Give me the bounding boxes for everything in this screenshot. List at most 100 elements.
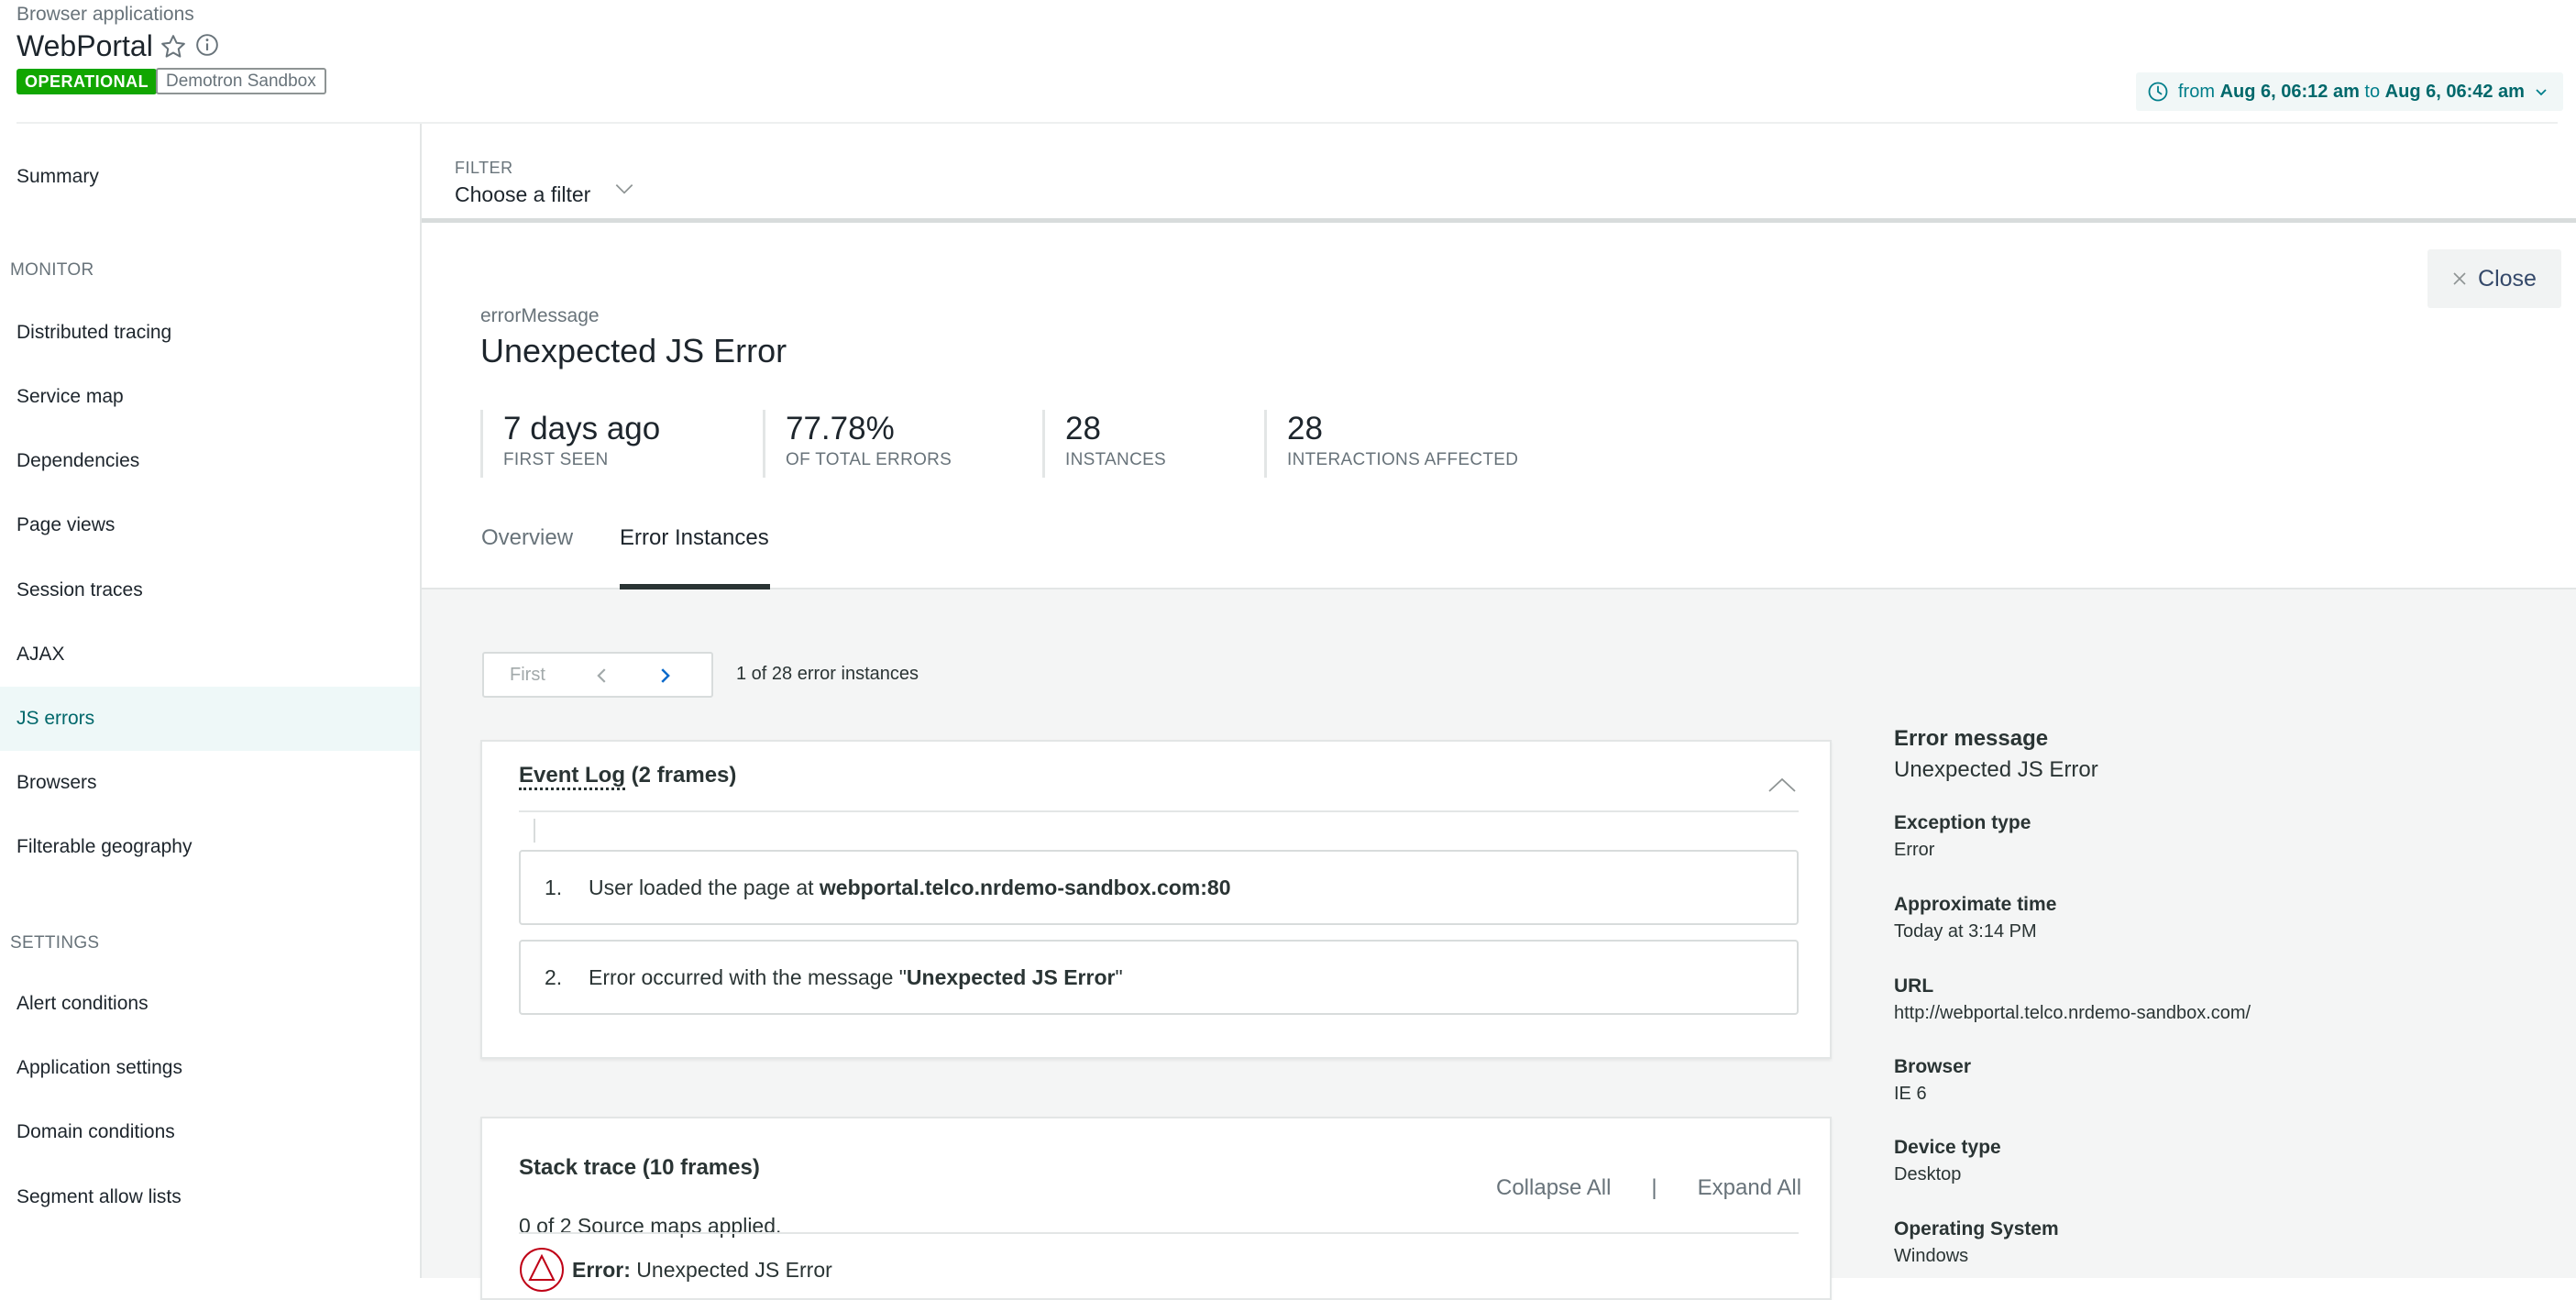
stat-label: INSTANCES <box>1065 450 1167 469</box>
clock-icon <box>2148 82 2168 102</box>
info-icon[interactable] <box>195 33 219 57</box>
meta-device-type: Device type Desktop <box>1894 1137 2001 1185</box>
stat-instances: 28 INSTANCES <box>1042 410 1166 478</box>
meta-exception-type: Exception type Error <box>1894 812 2031 861</box>
sidebar-section-settings: SETTINGS <box>10 933 100 953</box>
chevron-right-icon[interactable] <box>655 666 675 686</box>
sidebar-item-filterable-geography[interactable]: Filterable geography <box>0 815 420 879</box>
sidebar-item-summary[interactable]: Summary <box>0 145 420 209</box>
stat-value: 77.78% <box>786 411 895 446</box>
error-detail-panel: Close errorMessage Unexpected JS Error 7… <box>422 227 2576 1300</box>
meta-key: Operating System <box>1894 1218 2059 1239</box>
app-title: WebPortal <box>17 29 153 62</box>
meta-key: Error message <box>1894 726 2049 751</box>
meta-operating-system: Operating System Windows <box>1894 1218 2059 1267</box>
card-divider <box>519 1232 1799 1234</box>
account-badge: Demotron Sandbox <box>156 68 326 94</box>
meta-key: URL <box>1894 975 1934 997</box>
stat-value: 28 <box>1287 411 1323 446</box>
stat-label: OF TOTAL ERRORS <box>786 450 952 469</box>
sidebar-item-dependencies[interactable]: Dependencies <box>0 429 420 493</box>
time-from-word: from <box>2178 82 2215 102</box>
warning-icon <box>520 1248 564 1292</box>
sidebar-item-browsers[interactable]: Browsers <box>0 751 420 815</box>
sidebar-item-session-traces[interactable]: Session traces <box>0 558 420 622</box>
meta-value: Error <box>1894 840 1935 860</box>
sidebar-item-segment-allow-lists[interactable]: Segment allow lists <box>0 1165 420 1229</box>
sidebar-section-monitor: MONITOR <box>10 260 94 280</box>
stat-value: 28 <box>1065 411 1101 446</box>
meta-browser: Browser IE 6 <box>1894 1056 1971 1105</box>
time-from: Aug 6, 06:12 am <box>2219 82 2360 102</box>
filter-label: FILTER <box>455 159 513 177</box>
list-item: 1. User loaded the page at webportal.tel… <box>519 850 1799 925</box>
breadcrumb[interactable]: Browser applications <box>17 4 194 26</box>
collapse-all-link[interactable]: Collapse All <box>1496 1175 1611 1201</box>
event-number: 2. <box>545 964 563 989</box>
sidebar-item-application-settings[interactable]: Application settings <box>0 1036 420 1100</box>
chevron-down-icon[interactable] <box>612 177 636 201</box>
meta-value: Unexpected JS Error <box>1894 757 2098 782</box>
time-range-text: from Aug 6, 06:12 am to Aug 6, 06:42 am <box>2178 72 2525 111</box>
stat-total-errors: 77.78% OF TOTAL ERRORS <box>763 410 952 478</box>
sidebar-item-ajax[interactable]: AJAX <box>0 622 420 687</box>
sidebar-item-domain-conditions[interactable]: Domain conditions <box>0 1100 420 1164</box>
meta-key: Browser <box>1894 1056 1972 1077</box>
close-label: Close <box>2478 265 2537 292</box>
page-header: Browser applications WebPortal OPERATION… <box>0 0 2576 124</box>
meta-approximate-time: Approximate time Today at 3:14 PM <box>1894 894 2056 942</box>
sidebar-item-alert-conditions[interactable]: Alert conditions <box>0 972 420 1036</box>
sidebar: Summary MONITOR Distributed tracing Serv… <box>0 124 422 1278</box>
stat-interactions-affected: 28 INTERACTIONS AFFECTED <box>1264 410 1518 478</box>
sidebar-item-page-views[interactable]: Page views <box>0 493 420 557</box>
stack-error-line[interactable]: Error: Unexpected JS Error <box>519 1247 832 1293</box>
stack-trace-card: Stack trace (10 frames) Collapse All | E… <box>480 1117 1832 1300</box>
pager-first-button[interactable]: First <box>510 665 545 686</box>
timeline-tick <box>534 819 535 843</box>
chevron-left-icon[interactable] <box>592 666 612 686</box>
separator: | <box>1651 1175 1657 1200</box>
stat-label: INTERACTIONS AFFECTED <box>1287 450 1519 469</box>
error-attribute-key: errorMessage <box>480 305 600 326</box>
time-range-picker[interactable]: from Aug 6, 06:12 am to Aug 6, 06:42 am <box>2136 72 2563 111</box>
status-badge: OPERATIONAL <box>17 69 158 94</box>
stack-trace-controls: Collapse All | Expand All <box>1496 1175 1801 1201</box>
meta-value: Windows <box>1894 1246 1969 1266</box>
time-to: Aug 6, 06:42 am <box>2384 82 2525 102</box>
time-to-word: to <box>2364 82 2381 102</box>
meta-error-message: Error message Unexpected JS Error <box>1894 726 2098 783</box>
error-summary: Close errorMessage Unexpected JS Error 7… <box>422 227 2576 589</box>
card-divider <box>519 810 1799 812</box>
instance-pager: First <box>482 652 713 698</box>
expand-all-link[interactable]: Expand All <box>1698 1175 1801 1201</box>
chevron-down-icon <box>2536 89 2547 96</box>
meta-value: Today at 3:14 PM <box>1894 921 2037 942</box>
instance-count: 1 of 28 error instances <box>736 664 919 684</box>
meta-value[interactable]: http://webportal.telco.nrdemo-sandbox.co… <box>1894 1003 2251 1024</box>
star-icon[interactable] <box>160 33 187 61</box>
chevron-up-icon[interactable] <box>1766 774 1799 796</box>
meta-key: Exception type <box>1894 812 2031 833</box>
stat-label: FIRST SEEN <box>503 450 609 469</box>
sidebar-item-js-errors[interactable]: JS errors <box>0 687 420 751</box>
source-maps-status: 0 of 2 Source maps applied. <box>519 1214 782 1238</box>
close-button[interactable]: Close <box>2427 249 2561 308</box>
tab-error-instances[interactable]: Error Instances <box>620 525 770 589</box>
event-log-title[interactable]: Event Log (2 frames) <box>519 763 737 790</box>
sidebar-item-distributed-tracing[interactable]: Distributed tracing <box>0 301 420 365</box>
stat-first-seen: 7 days ago FIRST SEEN <box>480 410 660 478</box>
stat-value: 7 days ago <box>503 411 661 446</box>
meta-value: IE 6 <box>1894 1084 1927 1104</box>
filter-bar: FILTER Choose a filter <box>422 124 2576 223</box>
event-number: 1. <box>545 875 563 899</box>
event-log-card: Event Log (2 frames) 1. User loaded the … <box>480 740 1832 1059</box>
stack-trace-title: Stack trace (10 frames) <box>519 1155 760 1180</box>
tab-overview[interactable]: Overview <box>481 525 573 589</box>
event-log-title-suffix: (2 frames) <box>625 763 737 788</box>
list-item: 2. Error occurred with the message "Unex… <box>519 940 1799 1015</box>
error-title: Unexpected JS Error <box>480 332 787 369</box>
sidebar-item-service-map[interactable]: Service map <box>0 365 420 429</box>
close-icon <box>2453 272 2466 285</box>
meta-key: Device type <box>1894 1137 2001 1158</box>
filter-dropdown[interactable]: Choose a filter <box>455 182 590 207</box>
